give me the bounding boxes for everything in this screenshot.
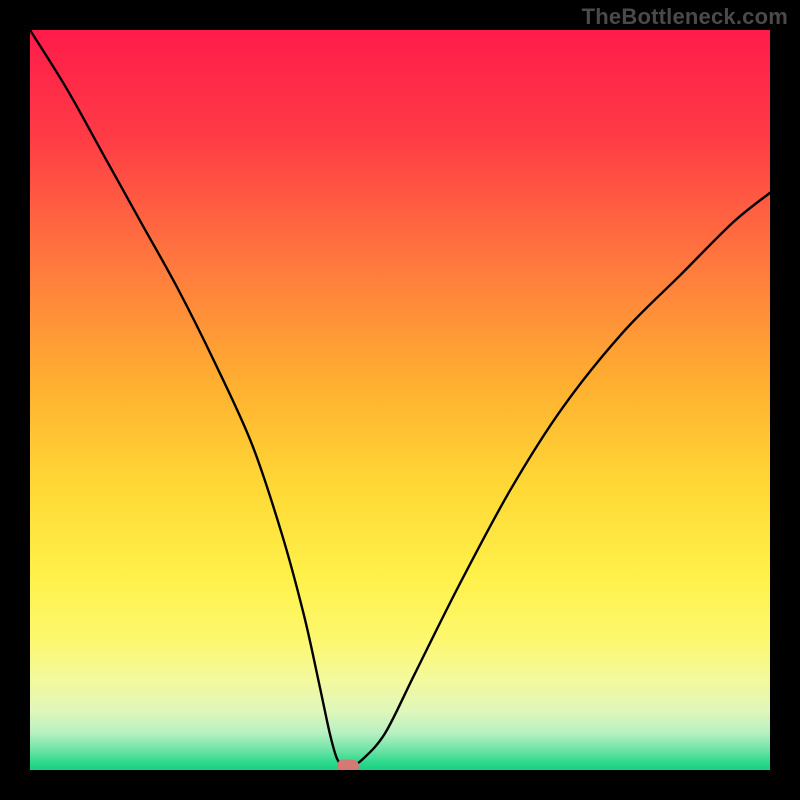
plot-area	[30, 30, 770, 770]
chart-container: TheBottleneck.com	[0, 0, 800, 800]
bottleneck-curve	[30, 30, 770, 766]
optimal-point-marker	[337, 760, 359, 770]
watermark-text: TheBottleneck.com	[582, 4, 788, 30]
curve-svg	[30, 30, 770, 770]
